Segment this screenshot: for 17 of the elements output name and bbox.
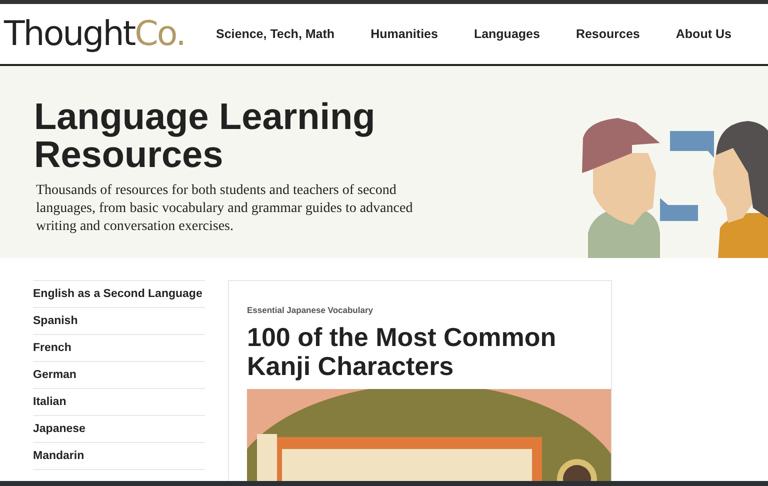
sidebar-link[interactable]: Spanish bbox=[33, 315, 78, 327]
sidebar-link[interactable]: German bbox=[33, 369, 76, 381]
article-category[interactable]: Essential Japanese Vocabulary bbox=[247, 305, 611, 315]
site-logo[interactable]: ThoughtCo. bbox=[4, 14, 216, 54]
sidebar-link[interactable]: Italian bbox=[33, 396, 66, 408]
sidebar-link[interactable]: English as a Second Language bbox=[33, 288, 202, 300]
nav-link[interactable]: Science, Tech, Math bbox=[216, 27, 335, 41]
nav-link[interactable]: Languages bbox=[474, 27, 540, 41]
nav-link[interactable]: Humanities bbox=[370, 27, 438, 41]
hero-title: Language Learning Resources bbox=[34, 98, 376, 174]
sidebar-link[interactable]: Mandarin bbox=[33, 450, 84, 462]
sidebar-link[interactable]: Japanese bbox=[33, 423, 86, 435]
hero-description: Thousands of resources for both students and teachers of second languages, from basic vocabulary and grammar guides to advanced writing and conversation exercises. bbox=[36, 182, 414, 236]
nav-link[interactable]: About Us bbox=[676, 27, 732, 41]
article-title[interactable]: 100 of the Most Common Kanji Characters bbox=[247, 323, 587, 381]
nav-link[interactable]: Resources bbox=[576, 27, 640, 41]
sidebar-link[interactable]: French bbox=[33, 342, 72, 354]
